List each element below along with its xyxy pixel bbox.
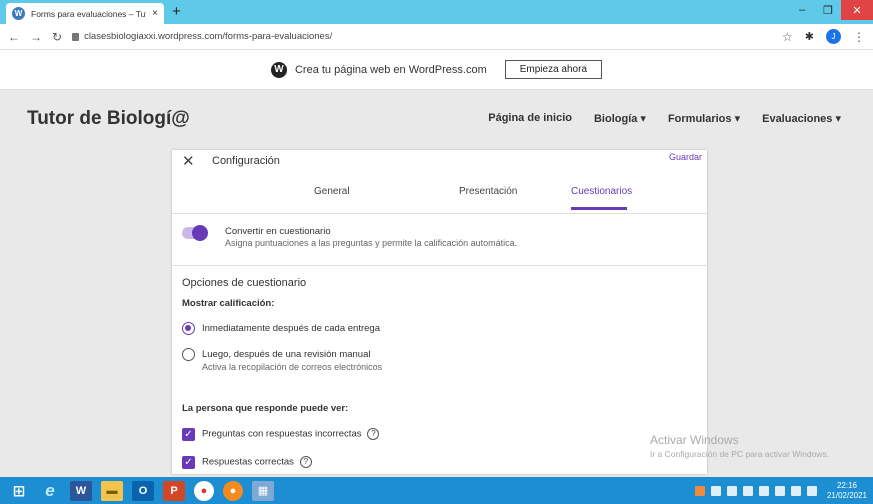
- internet-explorer-icon[interactable]: e: [39, 481, 61, 501]
- clock-time: 22:16: [836, 480, 857, 490]
- forward-arrow-icon[interactable]: →: [30, 30, 42, 44]
- watermark-line2: Ir a Configuración de PC para activar Wi…: [650, 449, 830, 459]
- site-navigation: Página de inicio Biología ▾ Formularios …: [488, 112, 841, 125]
- clock-date: 21/02/2021: [826, 490, 867, 500]
- nav-home[interactable]: Página de inicio: [488, 112, 572, 125]
- watermark-line1: Activar Windows: [650, 433, 739, 447]
- calculator-icon[interactable]: ▦: [252, 480, 274, 501]
- profile-avatar[interactable]: J: [826, 29, 841, 44]
- wordpress-banner: W Crea tu página web en WordPress.com Em…: [0, 50, 873, 90]
- checkbox-incorrect-answers-text: Preguntas con respuestas incorrectas: [202, 428, 362, 440]
- quiz-toggle-knob[interactable]: [192, 225, 208, 241]
- checkbox-incorrect-answers[interactable]: ✓: [182, 428, 195, 441]
- back-arrow-icon[interactable]: ←: [8, 30, 20, 44]
- wordpress-banner-text: Crea tu página web en WordPress.com: [294, 63, 487, 76]
- file-explorer-icon[interactable]: ▬: [101, 480, 123, 501]
- browser-menu-icon[interactable]: ⋮: [853, 30, 865, 44]
- outlook-icon[interactable]: O: [132, 480, 154, 501]
- checkbox-incorrect-answers-label: Preguntas con respuestas incorrectas?: [202, 428, 380, 440]
- tray-chat-icon[interactable]: [726, 485, 737, 496]
- tray-volume-icon[interactable]: [790, 485, 801, 496]
- close-icon[interactable]: ✕: [182, 152, 195, 170]
- tray-network-icon[interactable]: [758, 485, 769, 496]
- windows-taskbar: ⊞ e W ▬ O P ● ● ▦ 22:16 21/02/2021: [0, 477, 873, 504]
- site-title[interactable]: Tutor de Biologí@: [27, 108, 190, 130]
- respondent-can-see-heading: La persona que responde puede ver:: [182, 403, 349, 414]
- tab-close-icon[interactable]: ×: [152, 8, 158, 19]
- tab-general[interactable]: General: [314, 186, 350, 210]
- help-icon[interactable]: ?: [299, 456, 312, 468]
- quiz-options-title: Opciones de cuestionario: [182, 277, 307, 289]
- tray-app-icon[interactable]: [694, 485, 705, 496]
- tray-signal-icon[interactable]: [774, 485, 785, 496]
- new-tab-button[interactable]: +: [172, 4, 181, 20]
- active-tab-indicator: [571, 207, 627, 210]
- word-icon[interactable]: W: [70, 480, 92, 501]
- show-grade-heading: Mostrar calificación:: [182, 298, 275, 309]
- tab-presentation[interactable]: Presentación: [459, 186, 517, 210]
- firefox-icon[interactable]: ●: [223, 480, 243, 501]
- maximize-icon[interactable]: ❐: [815, 0, 841, 20]
- bookmark-star-icon[interactable]: ☆: [782, 30, 793, 44]
- quiz-toggle-description: Asigna puntuaciones a las preguntas y pe…: [225, 238, 518, 248]
- radio-immediately-label: Inmediatamente después de cada entrega: [202, 323, 380, 334]
- dialog-title: Configuración: [212, 155, 280, 167]
- extensions-puzzle-icon[interactable]: ✱: [805, 30, 814, 43]
- windows-start-icon[interactable]: ⊞: [8, 481, 30, 501]
- wordpress-favicon-icon: W: [12, 7, 25, 20]
- radio-immediately[interactable]: [182, 322, 195, 335]
- browser-tab[interactable]: W Forms para evaluaciones – Tutor ×: [6, 3, 164, 24]
- tray-flag-icon[interactable]: [742, 485, 753, 496]
- nav-biologia[interactable]: Biología ▾: [594, 112, 646, 125]
- checkbox-correct-answers[interactable]: ✓: [182, 456, 195, 469]
- system-clock[interactable]: 22:16 21/02/2021: [827, 481, 867, 501]
- tab-quizzes-label: Cuestionarios: [571, 186, 633, 197]
- quiz-toggle-row: Convertir en cuestionario Asigna puntuac…: [172, 214, 707, 266]
- radio-manual-review[interactable]: [182, 348, 195, 361]
- help-icon[interactable]: ?: [367, 428, 380, 440]
- checkbox-correct-answers-label: Respuestas correctas?: [202, 456, 312, 468]
- url-text: clasesbiologiaxxi.wordpress.com/forms-pa…: [84, 31, 333, 42]
- window-close-icon[interactable]: ✕: [841, 0, 873, 20]
- radio-manual-review-label: Luego, después de una revisión manual: [202, 349, 371, 360]
- window-controls: – ❐ ✕: [789, 0, 873, 20]
- tab-title: Forms para evaluaciones – Tutor: [31, 8, 147, 19]
- checkbox-correct-answers-text: Respuestas correctas: [202, 456, 294, 468]
- radio-manual-review-description: Activa la recopilación de correos electr…: [202, 362, 383, 372]
- address-bar: ← → ↻ clasesbiologiaxxi.wordpress.com/fo…: [0, 24, 873, 50]
- nav-formularios[interactable]: Formularios ▾: [668, 112, 740, 125]
- settings-dialog: ✕ Configuración Guardar General Presenta…: [172, 150, 707, 474]
- powerpoint-icon[interactable]: P: [163, 480, 185, 501]
- lock-icon: [72, 32, 80, 41]
- tray-language-icon[interactable]: [806, 485, 817, 496]
- browser-tabbar: W Forms para evaluaciones – Tutor × + – …: [0, 0, 873, 24]
- start-now-button[interactable]: Empieza ahora: [504, 60, 603, 79]
- tray-window-icon[interactable]: [710, 485, 721, 496]
- system-tray: 22:16 21/02/2021: [694, 481, 873, 501]
- save-button[interactable]: Guardar: [669, 152, 702, 162]
- nav-evaluaciones[interactable]: Evaluaciones ▾: [762, 112, 841, 125]
- chrome-icon[interactable]: ●: [194, 480, 214, 501]
- dialog-header: ✕ Configuración Guardar General Presenta…: [172, 150, 707, 214]
- tab-quizzes[interactable]: Cuestionarios: [571, 186, 632, 210]
- minimize-icon[interactable]: –: [789, 0, 815, 20]
- activate-windows-watermark: Activar Windows Ir a Configuración de PC…: [650, 433, 829, 459]
- quiz-toggle-label: Convertir en cuestionario: [225, 226, 331, 237]
- url-field[interactable]: clasesbiologiaxxi.wordpress.com/forms-pa…: [72, 31, 332, 42]
- reload-icon[interactable]: ↻: [52, 30, 62, 44]
- wordpress-logo-icon: W: [270, 61, 287, 78]
